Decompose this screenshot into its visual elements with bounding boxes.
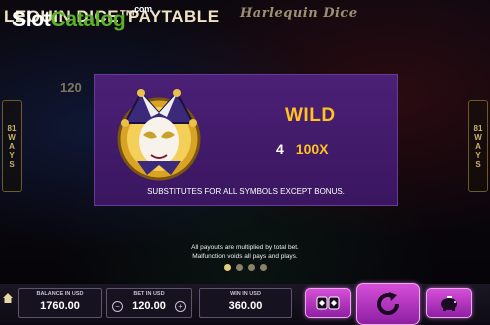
- win-value: 360.00: [228, 300, 263, 312]
- ways-left-char: W: [8, 132, 16, 142]
- piggy-bank-button[interactable]: [426, 288, 472, 318]
- win-label: WIN IN USD: [230, 291, 261, 297]
- balance-value: 1760.00: [40, 300, 80, 312]
- ways-strip-right: 81 W A Y S: [468, 100, 488, 192]
- ways-left-char: A: [9, 141, 15, 151]
- payout-count: 4: [276, 141, 284, 157]
- bet-label: BET IN USD: [133, 291, 165, 297]
- bet-decrease-button[interactable]: −: [112, 301, 123, 312]
- slotcatalog-watermark: SlotCatalog .com: [12, 4, 152, 32]
- ways-right-char: S: [475, 159, 481, 169]
- game-logo-script: Harlequin Dice: [240, 6, 358, 21]
- bet-increase-button[interactable]: +: [175, 301, 186, 312]
- page-dot[interactable]: [259, 264, 267, 271]
- ways-right-char: Y: [475, 150, 481, 160]
- balance-display: BALANCE IN USD 1760.00: [18, 288, 102, 318]
- autoplay-button[interactable]: [305, 288, 351, 318]
- payout-multiplier: 100X: [295, 141, 329, 157]
- jester-mask-icon: [117, 89, 201, 181]
- watermark-slot: Slot: [12, 8, 51, 31]
- symbol-name: WILD: [285, 105, 336, 126]
- page-dot[interactable]: [235, 264, 243, 271]
- home-icon[interactable]: [2, 292, 14, 304]
- balance-label: BALANCE IN USD: [36, 291, 84, 297]
- ways-right-number: 81: [473, 123, 483, 133]
- paytable-pagination: [0, 264, 490, 271]
- ways-right-char: A: [475, 141, 481, 151]
- payout-notice: All payouts are multiplied by total bet.: [191, 244, 299, 251]
- dice-icon: [316, 296, 340, 310]
- payout-row: 4 100X: [276, 141, 329, 157]
- page-dot[interactable]: [247, 264, 255, 271]
- ways-left-number: 81: [7, 123, 17, 133]
- win-display: WIN IN USD 360.00: [199, 288, 292, 318]
- ways-strip-left: 81 W A Y S: [2, 100, 22, 192]
- watermark-catalog: Catalog: [50, 8, 126, 31]
- paytable-panel: WILD 4 100X SUBSTITUTES FOR ALL SYMBOLS …: [94, 74, 398, 206]
- ways-right-char: W: [474, 132, 482, 142]
- symbol-description: SUBSTITUTES FOR ALL SYMBOLS EXCEPT BONUS…: [147, 187, 345, 196]
- watermark-com: .com: [132, 4, 152, 14]
- piggy-bank-icon: [441, 296, 457, 311]
- ways-count-background: 120: [60, 80, 82, 95]
- spin-button[interactable]: [356, 283, 420, 325]
- ways-left-char: S: [9, 159, 15, 169]
- spin-arrow-icon: [377, 292, 400, 316]
- malfunction-notice: Malfunction voids all pays and plays.: [192, 253, 298, 260]
- bet-display: BET IN USD 120.00 − +: [106, 288, 192, 318]
- page-dot[interactable]: [223, 264, 231, 271]
- ways-left-char: Y: [9, 150, 15, 160]
